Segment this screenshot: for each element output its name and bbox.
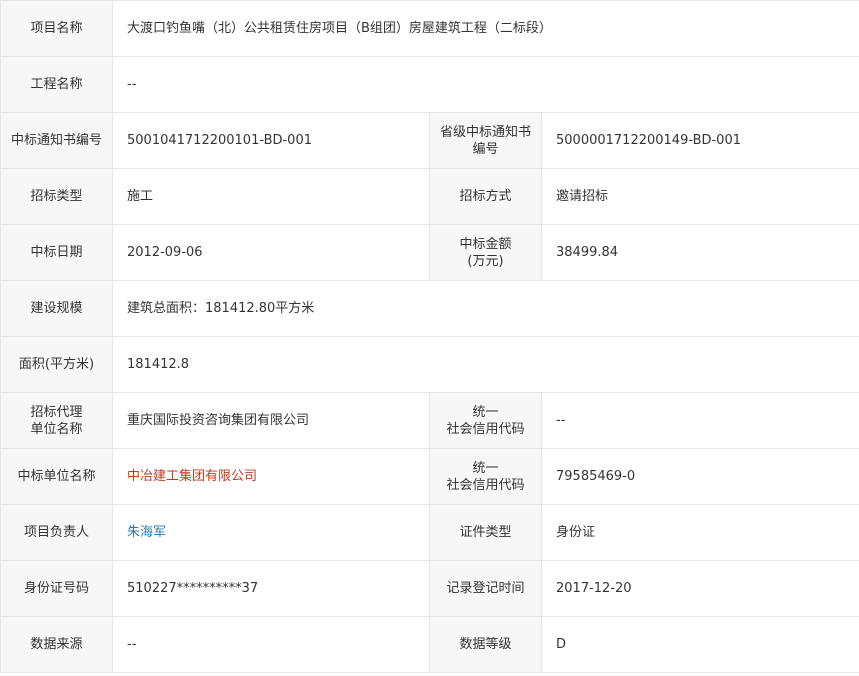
bid-notice-no-label: 中标通知书编号 [0, 112, 113, 169]
bid-amount-value: 38499.84 [541, 224, 859, 281]
project-name-value: 大渡口钓鱼嘴（北）公共租赁住房项目（B组团）房屋建筑工程（二标段） [112, 0, 859, 57]
bid-notice-no-value: 5001041712200101-BD-001 [112, 112, 430, 169]
agency-credit-code-label: 统一 社会信用代码 [429, 392, 542, 449]
agency-credit-code-value: -- [541, 392, 859, 449]
bid-date-value: 2012-09-06 [112, 224, 430, 281]
data-source-label: 数据来源 [0, 616, 113, 673]
winner-value: 中冶建工集团有限公司 [112, 448, 430, 505]
winner-label: 中标单位名称 [0, 448, 113, 505]
id-number-label: 身份证号码 [0, 560, 113, 617]
project-manager-value: 朱海军 [112, 504, 430, 561]
engineering-name-value: -- [112, 56, 859, 113]
prov-bid-notice-no-label-text: 省级中标通知书 编号 [439, 124, 531, 157]
bid-date-label: 中标日期 [0, 224, 113, 281]
table-row: 项目负责人 朱海军 证件类型 身份证 [0, 504, 859, 561]
table-row: 中标单位名称 中冶建工集团有限公司 统一 社会信用代码 79585469-0 [0, 448, 859, 505]
record-time-value: 2017-12-20 [541, 560, 859, 617]
winner-credit-code-value: 79585469-0 [541, 448, 859, 505]
area-label: 面积(平方米) [0, 336, 113, 393]
id-type-label: 证件类型 [429, 504, 542, 561]
id-number-value: 510227**********37 [112, 560, 430, 617]
construction-scale-label: 建设规模 [0, 280, 113, 337]
table-row: 身份证号码 510227**********37 记录登记时间 2017-12-… [0, 560, 859, 617]
id-type-value: 身份证 [541, 504, 859, 561]
agency-value: 重庆国际投资咨询集团有限公司 [112, 392, 430, 449]
tender-type-value: 施工 [112, 168, 430, 225]
bid-info-table: 项目名称 大渡口钓鱼嘴（北）公共租赁住房项目（B组团）房屋建筑工程（二标段） 工… [0, 0, 859, 673]
agency-label: 招标代理 单位名称 [0, 392, 113, 449]
prov-bid-notice-no-value: 5000001712200149-BD-001 [541, 112, 859, 169]
table-row: 中标通知书编号 5001041712200101-BD-001 省级中标通知书 … [0, 112, 859, 169]
tender-method-value: 邀请招标 [541, 168, 859, 225]
table-row: 项目名称 大渡口钓鱼嘴（北）公共租赁住房项目（B组团）房屋建筑工程（二标段） [0, 0, 859, 57]
table-row: 面积(平方米) 181412.8 [0, 336, 859, 393]
area-value: 181412.8 [112, 336, 859, 393]
tender-method-label: 招标方式 [429, 168, 542, 225]
table-row: 招标类型 施工 招标方式 邀请招标 [0, 168, 859, 225]
table-row: 数据来源 -- 数据等级 D [0, 616, 859, 673]
table-row: 工程名称 -- [0, 56, 859, 113]
table-row: 招标代理 单位名称 重庆国际投资咨询集团有限公司 统一 社会信用代码 -- [0, 392, 859, 449]
bid-amount-label-text: 中标金额 (万元) [459, 236, 512, 269]
bid-amount-label: 中标金额 (万元) [429, 224, 542, 281]
project-manager-link[interactable]: 朱海军 [127, 525, 166, 540]
project-manager-label: 项目负责人 [0, 504, 113, 561]
winner-credit-code-label-text: 统一 社会信用代码 [446, 460, 525, 493]
data-level-value: D [541, 616, 859, 673]
data-source-value: -- [112, 616, 430, 673]
table-row: 中标日期 2012-09-06 中标金额 (万元) 38499.84 [0, 224, 859, 281]
table-row: 建设规模 建筑总面积：181412.80平方米 [0, 280, 859, 337]
engineering-name-label: 工程名称 [0, 56, 113, 113]
agency-credit-code-label-text: 统一 社会信用代码 [446, 404, 525, 437]
agency-label-text: 招标代理 单位名称 [30, 404, 83, 437]
prov-bid-notice-no-label: 省级中标通知书 编号 [429, 112, 542, 169]
construction-scale-value: 建筑总面积：181412.80平方米 [112, 280, 859, 337]
data-level-label: 数据等级 [429, 616, 542, 673]
record-time-label: 记录登记时间 [429, 560, 542, 617]
winner-credit-code-label: 统一 社会信用代码 [429, 448, 542, 505]
project-name-label: 项目名称 [0, 0, 113, 57]
winner-link[interactable]: 中冶建工集团有限公司 [127, 469, 257, 484]
tender-type-label: 招标类型 [0, 168, 113, 225]
